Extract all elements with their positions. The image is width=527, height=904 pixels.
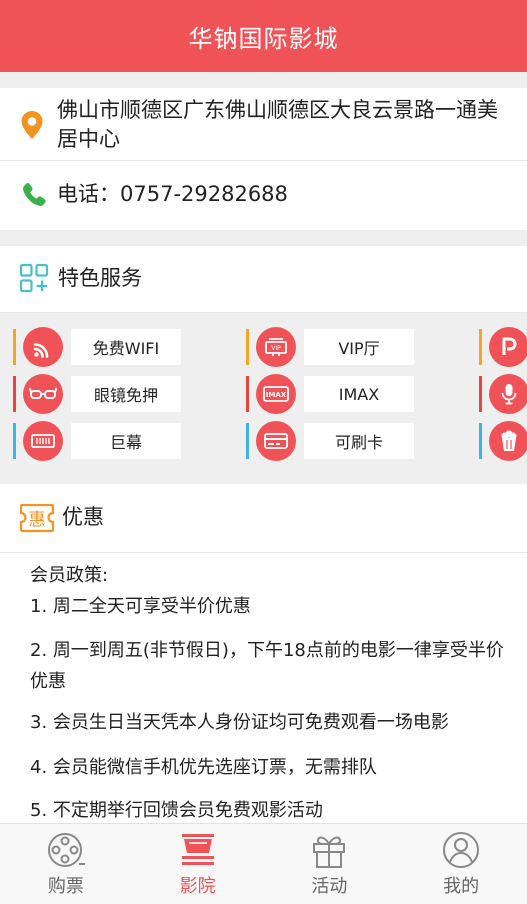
service-wifi[interactable]: 免费WIFI <box>13 327 183 367</box>
service-bar <box>479 329 482 365</box>
policy-item: 5. 不定期举行回馈会员免费观影活动 <box>30 800 323 821</box>
svg-text:VIP: VIP <box>271 345 281 352</box>
user-icon <box>443 832 480 868</box>
services-title: 特色服务 <box>58 266 142 290</box>
service-giant-screen[interactable]: 巨幕 <box>13 421 183 461</box>
phone-text: 电话：0757-29282688 <box>57 182 288 206</box>
tab-label: 影院 <box>179 876 216 897</box>
services-grid: 免费WIFI VIP VIP厅 眼镜免押 IMAX IMAX 巨幕 可刷卡 <box>0 313 527 468</box>
service-label: 可刷卡 <box>304 423 414 459</box>
policy-item: 1. 周二全天可享受半价优惠 <box>30 596 251 617</box>
parking-icon <box>489 327 527 367</box>
policy-item: 3. 会员生日当天凭本人身份证均可免费观看一场电影 <box>30 712 449 733</box>
giant-screen-icon <box>23 421 63 461</box>
policy-item: 4. 会员能微信手机优先选座订票，无需排队 <box>30 757 377 778</box>
service-snacks[interactable] <box>479 421 527 461</box>
tab-label: 活动 <box>311 876 348 897</box>
services-header: 特色服务 <box>0 246 527 313</box>
service-karaoke[interactable] <box>479 374 527 414</box>
tab-profile[interactable]: 我的 <box>395 824 527 904</box>
promo-content: 会员政策: 1. 周二全天可享受半价优惠 2. 周一到周五(非节假日)，下午18… <box>0 553 527 823</box>
app-header: 华钠国际影城 <box>0 0 527 72</box>
page-title: 华钠国际影城 <box>188 24 339 53</box>
service-glasses[interactable]: 眼镜免押 <box>13 374 183 414</box>
service-label: VIP厅 <box>304 329 414 365</box>
service-bar <box>246 376 249 412</box>
popcorn-icon <box>489 421 527 461</box>
policy-title: 会员政策: <box>30 565 109 586</box>
microphone-icon <box>489 374 527 414</box>
service-bar <box>13 376 16 412</box>
service-bar <box>246 423 249 459</box>
service-parking[interactable] <box>479 327 527 367</box>
tab-cinema[interactable]: 影院 <box>132 824 264 904</box>
phone-icon <box>23 183 46 206</box>
gift-icon <box>313 836 346 868</box>
imax-icon: IMAX <box>256 374 296 414</box>
address-text: 佛山市顺德区广东佛山顺德区大良云景路一通美居中心 <box>57 98 498 151</box>
bottom-tab-bar: 购票 影院 活动 我的 <box>0 823 527 904</box>
svg-text:IMAX: IMAX <box>266 391 287 399</box>
service-card-payment[interactable]: 可刷卡 <box>246 421 416 461</box>
tab-label: 购票 <box>47 876 84 897</box>
film-reel-icon <box>47 833 85 867</box>
grid-icon <box>19 263 49 293</box>
address-row[interactable]: 佛山市顺德区广东佛山顺德区大良云景路一通美居中心 <box>0 88 527 161</box>
promo-badge-text: 惠 <box>29 510 46 530</box>
service-imax[interactable]: IMAX IMAX <box>246 374 416 414</box>
location-pin-icon <box>21 111 43 139</box>
wifi-icon <box>23 327 63 367</box>
service-vip[interactable]: VIP VIP厅 <box>246 327 416 367</box>
promo-title: 优惠 <box>62 505 104 529</box>
service-label: 眼镜免押 <box>71 376 181 412</box>
phone-row[interactable]: 电话：0757-29282688 <box>0 161 527 230</box>
glasses-icon <box>23 374 63 414</box>
service-bar <box>479 376 482 412</box>
service-label: 巨幕 <box>71 423 181 459</box>
service-bar <box>246 329 249 365</box>
service-label: IMAX <box>304 376 414 412</box>
service-bar <box>479 423 482 459</box>
service-label: 免费WIFI <box>71 329 181 365</box>
promo-header: 惠 优惠 <box>0 484 527 553</box>
promo-badge-icon: 惠 <box>19 503 55 533</box>
policy-item: 2. 周一到周五(非节假日)，下午18点前的电影一律享受半价优惠 <box>30 640 504 692</box>
tab-buy-tickets[interactable]: 购票 <box>0 824 132 904</box>
cinema-icon <box>181 834 214 865</box>
vip-icon: VIP <box>256 327 296 367</box>
tab-label: 我的 <box>443 876 480 897</box>
service-bar <box>13 329 16 365</box>
service-bar <box>13 423 16 459</box>
cinema-info-card: 佛山市顺德区广东佛山顺德区大良云景路一通美居中心 电话：0757-2928268… <box>0 88 527 230</box>
card-icon <box>256 421 296 461</box>
tab-activities[interactable]: 活动 <box>264 824 396 904</box>
